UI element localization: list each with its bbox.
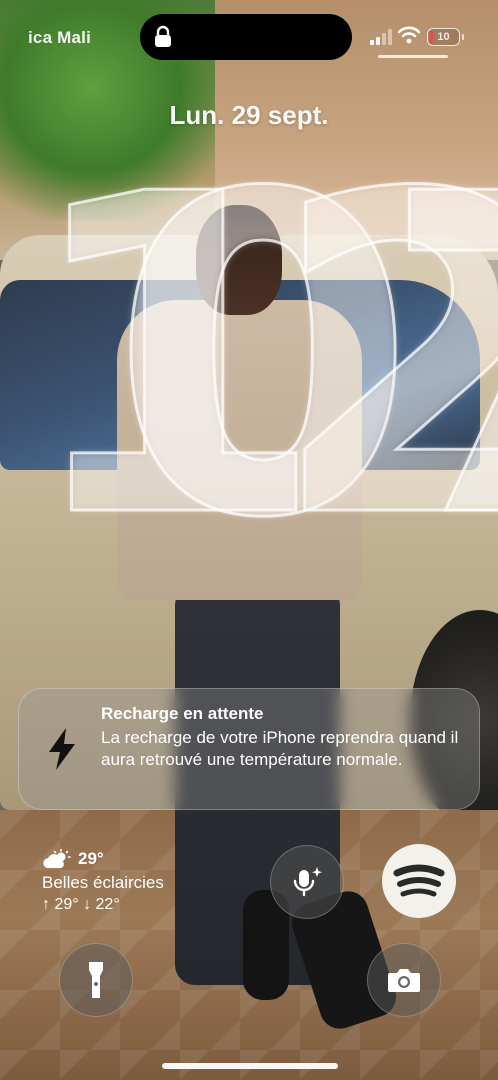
notification-body: La recharge de votre iPhone reprendra qu… [101,728,459,769]
battery-icon: 10 [427,28,464,46]
lock-clock: 1 0 2 7 [19,102,498,614]
weather-range: ↑ 29° ↓ 22° [42,896,120,913]
flashlight-button[interactable] [59,943,133,1017]
clock-digit: 7 [379,117,498,600]
spotify-button[interactable] [382,844,456,918]
weather-temperature: 29° [78,849,104,868]
mic-sparkle-icon [293,867,322,897]
voice-input-button[interactable] [270,845,344,919]
home-indicator[interactable] [162,1063,338,1069]
notification-title: Recharge en attente [101,704,264,723]
status-indicator-line [378,55,448,58]
charging-notification[interactable]: Recharge en attente La recharge de votre… [18,688,480,810]
weather-condition: Belles éclaircies [42,873,164,892]
spotify-icon [393,864,445,897]
battery-percentage: 10 [437,31,450,43]
weather-widget[interactable]: 29° Belles éclaircies ↑ 29° ↓ 22° [42,848,242,914]
partly-cloudy-icon [43,849,71,868]
camera-button[interactable] [367,943,441,1017]
cellular-signal-icon [370,29,392,45]
bolt-icon [49,728,75,770]
carrier-label: ica Mali [28,28,92,47]
wifi-icon [398,26,420,44]
flashlight-icon [89,962,103,998]
camera-icon [388,969,420,992]
lock-icon [155,25,171,47]
clock-digit: 0 [109,102,418,614]
